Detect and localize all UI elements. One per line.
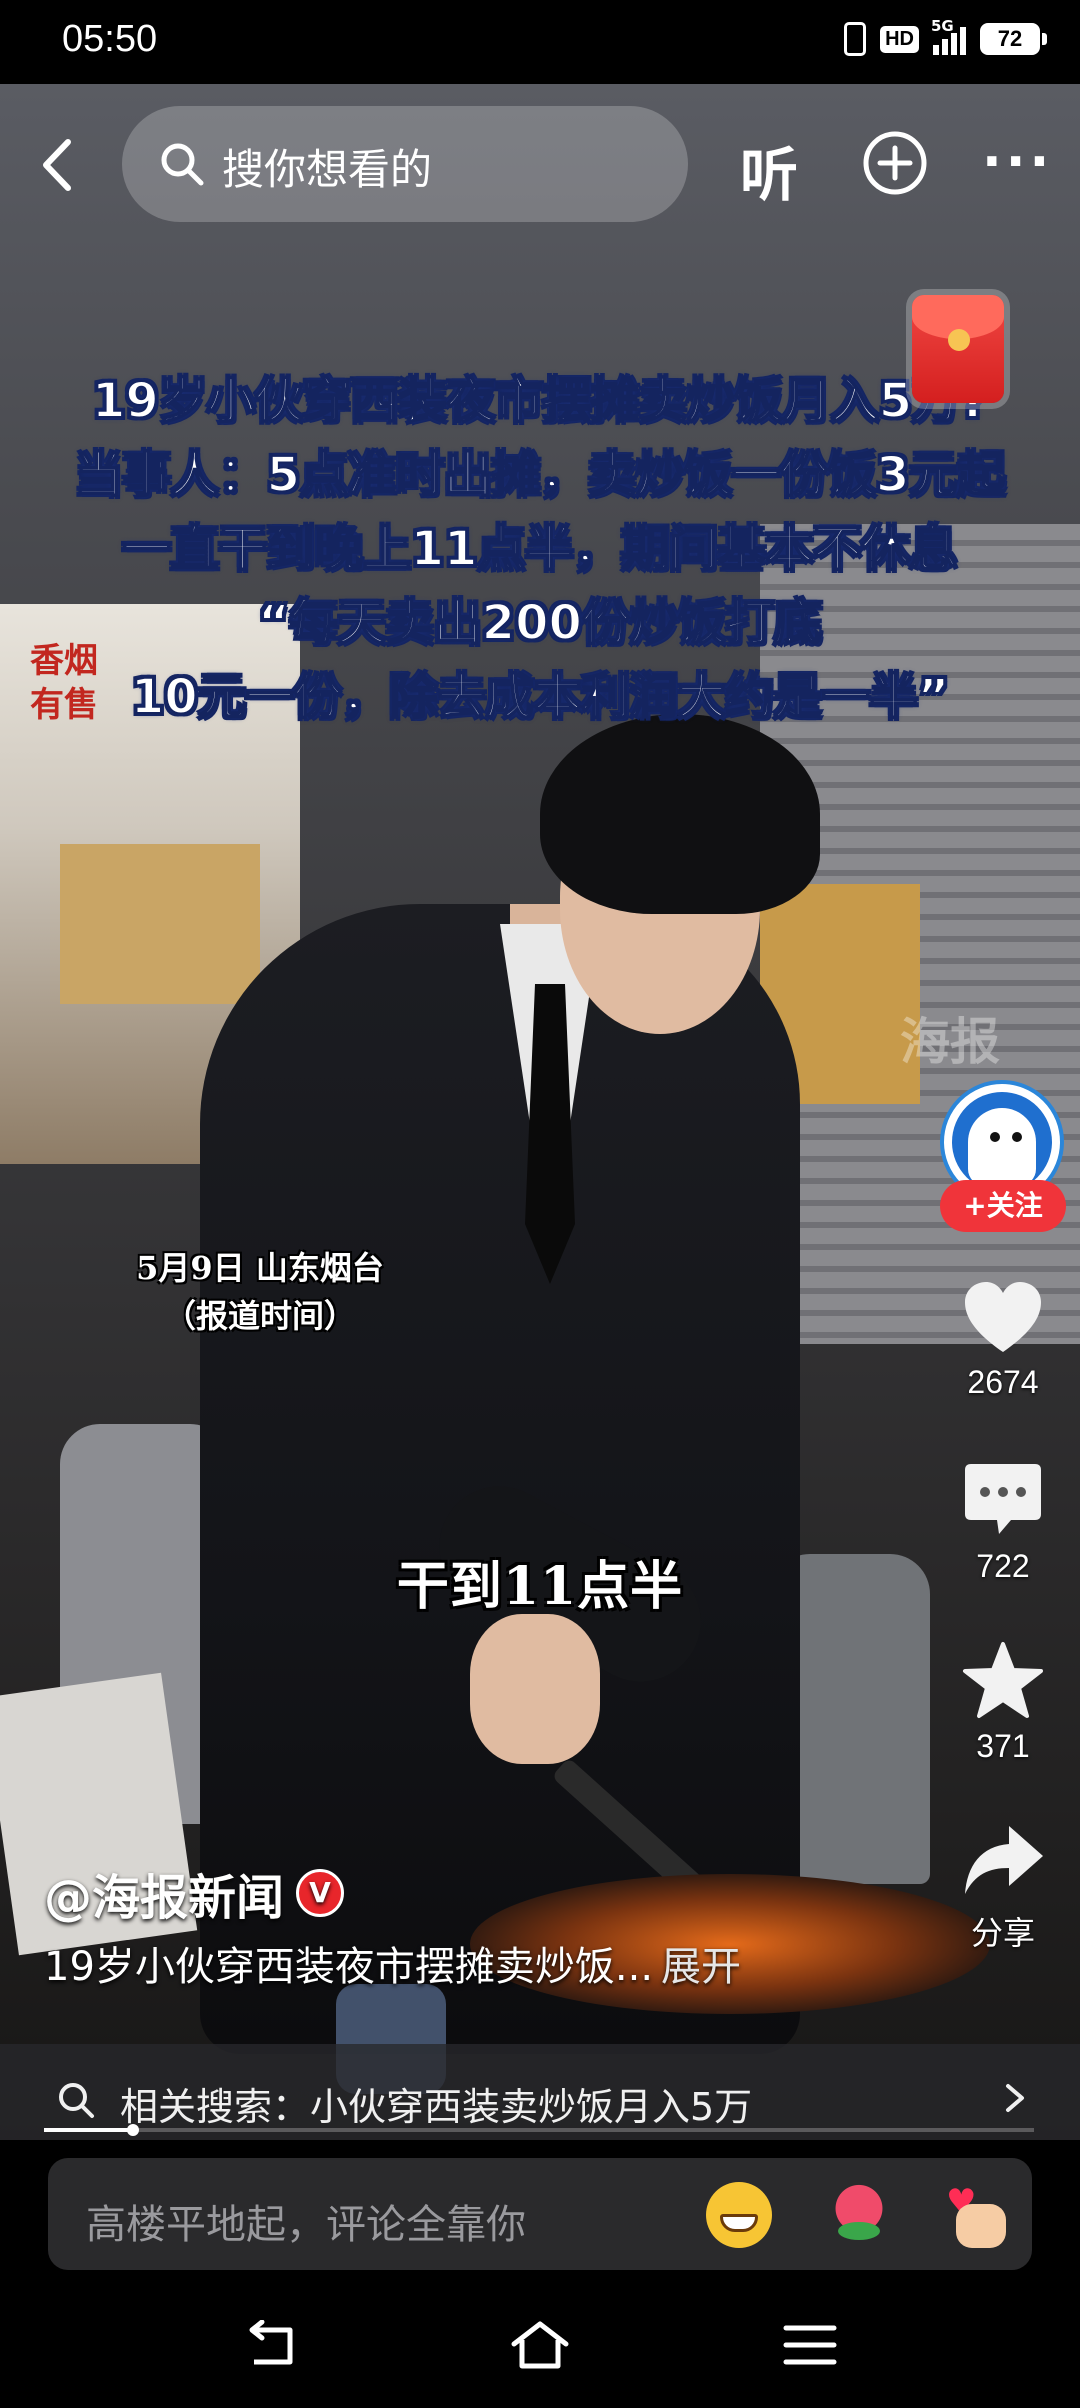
listen-button[interactable]: 听 — [740, 128, 798, 212]
share-button[interactable]: 分享 — [940, 1820, 1066, 1954]
plus-circle-icon — [863, 131, 927, 195]
right-action-rail: +关注 2674 722 371 分享 — [940, 1070, 1080, 1970]
comment-icon — [965, 1464, 1041, 1534]
headline-line: 当事人：5点准时出摊，卖炒饭一份饭3元起 — [74, 446, 1007, 504]
description-text: 19岁小伙穿西装夜市摆摊卖炒饭... — [44, 1944, 654, 1990]
nav-recents-button[interactable] — [780, 2320, 840, 2370]
back-button[interactable] — [26, 130, 96, 200]
headline-line: 一直干到晚上11点半，期间基本不休息 — [122, 520, 959, 578]
seal-logo-icon — [968, 1108, 1036, 1186]
more-button[interactable]: ··· — [982, 134, 1053, 190]
comment-input[interactable]: 高楼平地起，评论全靠你 ♥ — [48, 2158, 1032, 2270]
headline-line: 10元一份，除去成本利润大约是一半” — [130, 668, 950, 726]
progress-knob[interactable] — [127, 2124, 140, 2136]
seal-eye — [990, 1132, 1000, 1142]
author-name[interactable]: @海报新闻 — [44, 1858, 284, 1928]
status-bar: 05:50 HD 5G 72 — [0, 0, 1080, 84]
author-row[interactable]: @海报新闻 V — [44, 1858, 345, 1928]
seal-eye — [1012, 1132, 1022, 1142]
verified-badge: V — [296, 1869, 345, 1917]
plus-button[interactable] — [862, 130, 928, 196]
video-description[interactable]: 19岁小伙穿西装夜市摆摊卖炒饭... 展开 — [44, 1934, 741, 1992]
red-packet-icon[interactable] — [912, 295, 1004, 403]
status-icons: HD 5G 72 — [844, 17, 1047, 56]
nav-back-icon — [249, 2319, 293, 2365]
back-arrow-icon — [43, 139, 71, 191]
related-search-text: 相关搜索：小伙穿西装卖炒饭月入5万 — [120, 2085, 753, 2129]
video-watermark: 海报 — [900, 1013, 1000, 1071]
chevron-right-icon — [1006, 2084, 1024, 2112]
scene-shelf — [60, 844, 260, 1004]
comment-placeholder: 高楼平地起，评论全靠你 — [86, 2202, 526, 2248]
related-search-bar[interactable]: 相关搜索：小伙穿西装卖炒饭月入5万 — [0, 2044, 1080, 2154]
headline-overlay: 19岁小伙穿西装夜市摆摊卖炒饭月入5万? 当事人：5点准时出摊，卖炒饭一份饭3元… — [0, 364, 1080, 734]
video-subtitle: 干到11点半 — [396, 1556, 684, 1617]
status-time: 05:50 — [62, 18, 158, 60]
star-icon — [963, 1642, 1043, 1718]
date-caption-line: 5月9日 山东烟台 — [136, 1249, 384, 1287]
headline-line: “每天卖出200份炒饭打底 — [257, 594, 823, 652]
person-hand — [470, 1614, 600, 1764]
vibrate-icon — [844, 22, 867, 56]
nav-back-button[interactable] — [240, 2319, 300, 2370]
comment-area: 高楼平地起，评论全靠你 ♥ — [0, 2140, 1080, 2280]
like-button[interactable]: 2674 — [940, 1280, 1066, 1401]
favorite-count: 371 — [976, 1728, 1030, 1764]
rose-emoji-icon[interactable] — [826, 2182, 892, 2248]
comment-count: 722 — [976, 1548, 1030, 1584]
expand-button[interactable]: 展开 — [661, 1944, 741, 1990]
grin-emoji-icon[interactable] — [706, 2182, 772, 2248]
home-icon — [511, 2321, 569, 2369]
search-icon — [59, 2083, 94, 2118]
follow-button[interactable]: +关注 — [940, 1180, 1066, 1232]
signal-icon: 5G — [931, 17, 966, 55]
system-nav-bar — [0, 2280, 1080, 2408]
finger-heart-emoji-icon[interactable]: ♥ — [944, 2182, 1010, 2248]
date-caption: 5月9日 山东烟台 （报道时间） — [90, 1244, 430, 1340]
hand-shape — [956, 2204, 1006, 2248]
network-label: 5G — [931, 17, 954, 35]
like-count: 2674 — [967, 1364, 1039, 1400]
share-label: 分享 — [970, 1914, 1035, 1952]
battery-icon: 72 — [980, 23, 1047, 55]
heart-icon — [965, 1282, 1041, 1352]
favorite-button[interactable]: 371 — [940, 1640, 1066, 1765]
search-icon — [161, 143, 204, 186]
comment-button[interactable]: 722 — [940, 1460, 1066, 1585]
progress-fill — [44, 2128, 134, 2132]
hd-badge: HD — [880, 25, 919, 53]
search-placeholder: 搜你想看的 — [222, 145, 433, 194]
video-progress-bar[interactable] — [44, 2124, 1034, 2136]
share-arrow-icon — [965, 1826, 1043, 1894]
top-bar: 搜你想看的 听 ··· — [0, 100, 1080, 230]
nav-home-button[interactable] — [510, 2320, 570, 2370]
person-hair — [540, 714, 820, 914]
date-caption-line: （报道时间） — [163, 1297, 356, 1335]
search-box[interactable]: 搜你想看的 — [122, 106, 688, 222]
menu-icon — [783, 2325, 837, 2365]
